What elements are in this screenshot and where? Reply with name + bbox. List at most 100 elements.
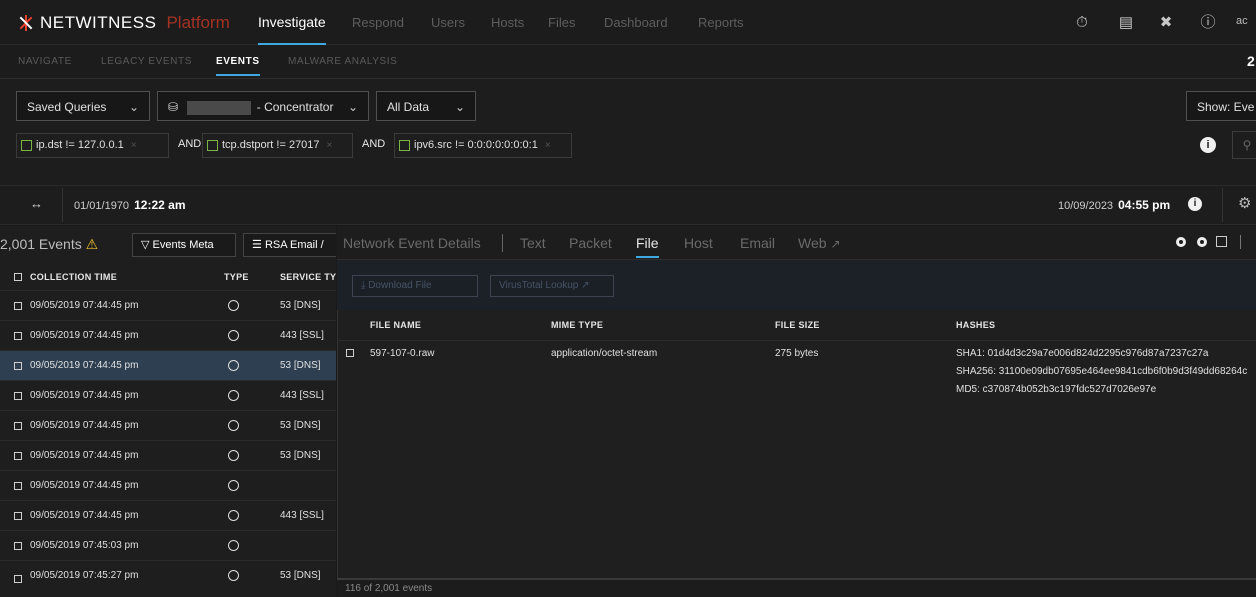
row-checkbox[interactable] (14, 541, 22, 550)
search-icon[interactable]: ⚲ (1232, 131, 1256, 159)
event-row[interactable]: 09/05/2019 07:44:45 pm 443 [SSL] (0, 321, 336, 351)
nav-reports[interactable]: Reports (698, 0, 744, 45)
pill-text: tcp.dstport != 27017 (222, 139, 320, 151)
network-type-icon (228, 570, 239, 581)
col-type[interactable]: TYPE (224, 272, 249, 282)
event-row[interactable]: 09/05/2019 07:44:45 pm (0, 471, 336, 501)
col-file-name[interactable]: FILE NAME (370, 320, 421, 330)
file-size: 275 bytes (775, 348, 819, 359)
tab-text[interactable]: Text (520, 226, 546, 260)
divider (1222, 188, 1223, 222)
saved-queries-dropdown[interactable]: Saved Queries ⌄ (16, 91, 150, 121)
user-avatar[interactable]: ac (1236, 15, 1248, 27)
tasks-icon[interactable]: ▤ (1116, 13, 1136, 33)
time-range-dropdown[interactable]: All Data ⌄ (376, 91, 476, 121)
col-file-size[interactable]: FILE SIZE (775, 320, 820, 330)
mime-type: application/octet-stream (551, 348, 658, 359)
tab-packet[interactable]: Packet (569, 226, 612, 260)
events-meta-button[interactable]: ▽ Events Meta (132, 233, 236, 257)
tab-host[interactable]: Host (684, 226, 713, 260)
tab-malware-analysis[interactable]: MALWARE ANALYSIS (288, 45, 397, 79)
row-checkbox[interactable] (14, 391, 22, 400)
meta-view-icon[interactable] (1176, 237, 1186, 247)
event-row[interactable]: 09/05/2019 07:44:45 pm 53 [DNS] (0, 411, 336, 441)
tab-events[interactable]: EVENTS (216, 45, 260, 79)
network-type-icon (228, 450, 239, 461)
timer-icon[interactable]: ⏱ (1072, 13, 1092, 33)
timeline-start[interactable]: 01/01/1970 12:22 am (74, 198, 186, 212)
info-icon[interactable]: i (1188, 197, 1202, 211)
row-checkbox[interactable] (14, 481, 22, 490)
tab-web-label: Web (798, 235, 827, 251)
tab-file[interactable]: File (636, 226, 659, 260)
download-file-button[interactable]: ⤓ Download File (352, 275, 478, 297)
nav-users[interactable]: Users (431, 0, 465, 45)
gear-icon[interactable]: ⚙ (1238, 194, 1251, 212)
file-row-checkbox[interactable] (346, 349, 354, 357)
nav-respond[interactable]: Respond (352, 0, 404, 45)
pill-text: ipv6.src != 0:0:0:0:0:0:0:1 (414, 139, 538, 151)
event-row[interactable]: 09/05/2019 07:44:45 pm 53 [DNS] (0, 291, 336, 321)
collection-time: 09/05/2019 07:44:45 pm (30, 420, 139, 431)
tab-navigate[interactable]: NAVIGATE (18, 45, 72, 79)
query-pill-ip-dst[interactable]: ip.dst != 127.0.0.1 × (16, 133, 169, 158)
reconstruction-view-icon[interactable] (1197, 237, 1207, 247)
row-checkbox[interactable] (14, 575, 22, 583)
row-checkbox[interactable] (14, 301, 22, 310)
event-row[interactable]: 09/05/2019 07:45:27 pm 53 [DNS] (0, 561, 336, 597)
info-icon[interactable]: i (1200, 137, 1216, 153)
network-type-icon (228, 510, 239, 521)
collection-time: 09/05/2019 07:44:45 pm (30, 390, 139, 401)
and-operator: AND (178, 138, 202, 150)
help-icon[interactable]: ⓘ (1198, 13, 1218, 33)
row-checkbox[interactable] (14, 361, 22, 370)
netwitness-logo[interactable]: NETWITNESS Platform (18, 12, 230, 34)
event-row-selected[interactable]: 09/05/2019 07:44:45 pm 53 [DNS] (0, 351, 336, 381)
row-checkbox[interactable] (14, 451, 22, 460)
product-name: Platform (166, 13, 230, 32)
row-checkbox[interactable] (14, 421, 22, 430)
events-footer: 116 of 2,001 events (337, 578, 1256, 597)
start-time: 12:22 am (134, 198, 186, 212)
event-row[interactable]: 09/05/2019 07:44:45 pm 443 [SSL] (0, 381, 336, 411)
chevron-down-icon: ⌄ (128, 100, 139, 114)
rsa-email-button[interactable]: ☰ RSA Email / (243, 233, 336, 257)
event-row[interactable]: 09/05/2019 07:45:03 pm (0, 531, 336, 561)
tab-legacy-events[interactable]: LEGACY EVENTS (101, 45, 192, 79)
select-all-checkbox[interactable] (14, 272, 22, 281)
network-type-icon (228, 300, 239, 311)
close-icon[interactable]: × (131, 134, 137, 157)
event-row[interactable]: 09/05/2019 07:44:45 pm 53 [DNS] (0, 441, 336, 471)
hash-md5: MD5: c370874b052b3c197fdc527d7026e97e (956, 384, 1157, 395)
query-pill-ipv6-src[interactable]: ipv6.src != 0:0:0:0:0:0:0:1 × (394, 133, 572, 158)
row-checkbox[interactable] (14, 331, 22, 340)
service-label: - Concentrator (256, 100, 334, 114)
nav-investigate[interactable]: Investigate (258, 0, 326, 45)
close-icon[interactable]: × (545, 134, 551, 157)
col-collection-time[interactable]: COLLECTION TIME (30, 272, 117, 282)
show-events-dropdown[interactable]: Show: Eve (1186, 91, 1256, 121)
virustotal-lookup-button[interactable]: VirusTotal Lookup ↗ (490, 275, 614, 297)
nav-dashboard[interactable]: Dashboard (604, 0, 668, 45)
nav-files[interactable]: Files (548, 0, 575, 45)
col-service-type[interactable]: SERVICE TY (280, 272, 336, 282)
panel-layout-icon[interactable] (1216, 236, 1227, 247)
tab-web[interactable]: Web ↗ (798, 226, 841, 260)
col-mime-type[interactable]: MIME TYPE (551, 320, 603, 330)
timeline-end[interactable]: 10/09/2023 04:55 pm (1058, 198, 1170, 212)
service-dropdown[interactable]: ⛁ - Concentrator ⌄ (157, 91, 369, 121)
expand-timeline-icon[interactable]: ↔ (30, 196, 43, 211)
tab-email[interactable]: Email (740, 226, 775, 260)
event-row[interactable]: 09/05/2019 07:44:45 pm 443 [SSL] (0, 501, 336, 531)
filter-icon: ▽ (141, 239, 150, 251)
service-type: 443 [SSL] (280, 510, 324, 521)
nav-hosts[interactable]: Hosts (491, 0, 524, 45)
col-hashes[interactable]: HASHES (956, 320, 995, 330)
row-checkbox[interactable] (14, 511, 22, 520)
query-pill-tcp-dstport[interactable]: tcp.dstport != 27017 × (202, 133, 353, 158)
tools-icon[interactable]: ✖ (1156, 13, 1176, 33)
collection-time: 09/05/2019 07:45:03 pm (30, 540, 139, 551)
warning-icon[interactable]: ⚠ (86, 236, 99, 252)
close-icon[interactable]: × (327, 134, 333, 157)
download-icon: ⤓ (361, 280, 366, 291)
